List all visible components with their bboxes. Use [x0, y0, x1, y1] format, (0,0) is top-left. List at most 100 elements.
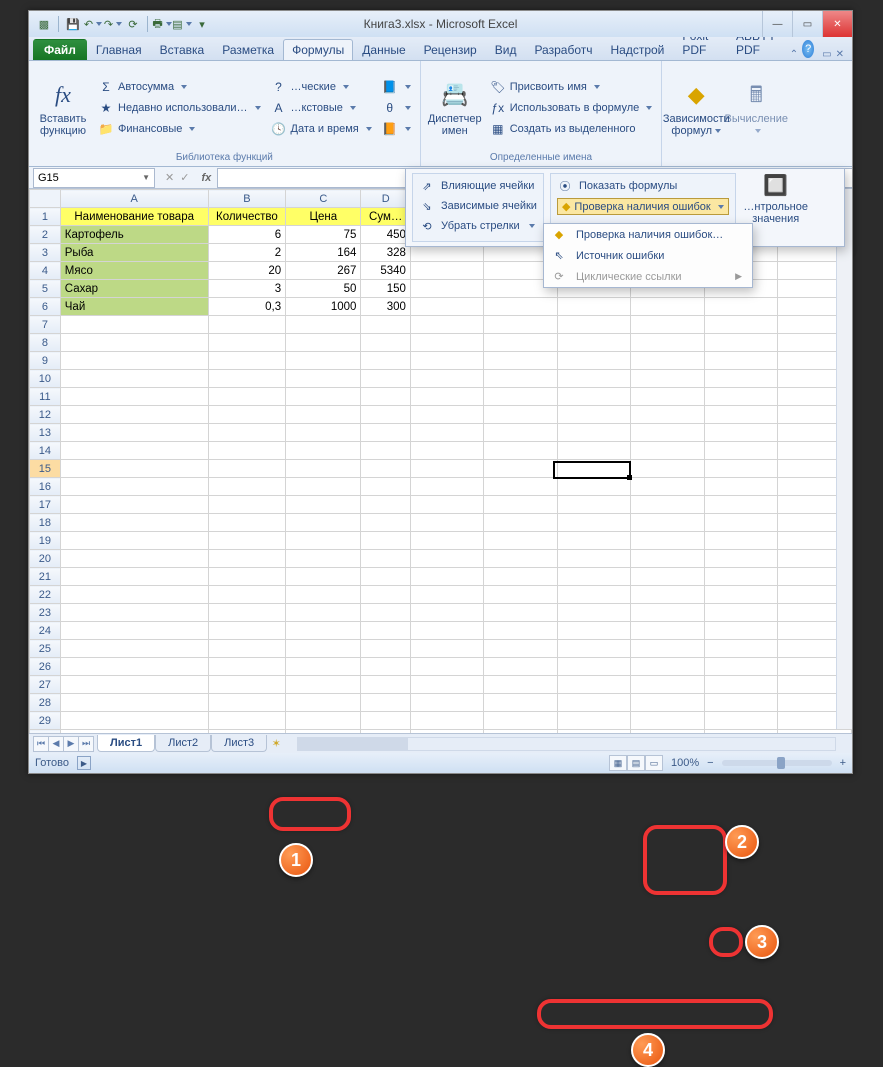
remove-arrows-button[interactable]: ⟲Убрать стрелки: [419, 218, 537, 234]
tab-рецензир[interactable]: Рецензир: [415, 39, 486, 60]
row-header-6[interactable]: 6: [30, 298, 61, 316]
zoom-slider[interactable]: [722, 760, 832, 766]
mdi-min[interactable]: ⌃: [790, 49, 798, 60]
error-checking-button[interactable]: ◆Проверка наличия ошибок: [557, 198, 729, 215]
cell-qty[interactable]: 6: [208, 226, 286, 244]
cell-price[interactable]: 164: [286, 244, 361, 262]
row-header-14[interactable]: 14: [30, 442, 61, 460]
row-header-20[interactable]: 20: [30, 550, 61, 568]
mdi-restore[interactable]: ▭: [822, 49, 831, 60]
use-in-formula-button[interactable]: ƒxИспользовать в формуле: [487, 99, 656, 117]
cell-name[interactable]: Рыба: [60, 244, 208, 262]
cell-price[interactable]: 50: [286, 280, 361, 298]
zoom-out-button[interactable]: −: [707, 757, 713, 769]
calculation-button[interactable]: 🖩 Вычисление: [728, 65, 784, 151]
col-header-A[interactable]: A: [60, 190, 208, 208]
cell-sum[interactable]: 150: [361, 280, 411, 298]
tab-file[interactable]: Файл: [33, 39, 87, 60]
mdi-close[interactable]: ✕: [836, 49, 844, 60]
create-from-selection-button[interactable]: ▦Создать из выделенного: [487, 120, 656, 138]
fx-label-icon[interactable]: fx: [195, 172, 217, 184]
row-header-23[interactable]: 23: [30, 604, 61, 622]
row-header-8[interactable]: 8: [30, 334, 61, 352]
qat-refresh-icon[interactable]: ⟳: [124, 15, 142, 33]
sheet-tab-3[interactable]: Лист3: [211, 735, 267, 752]
cell-qty[interactable]: 20: [208, 262, 286, 280]
lookup-button[interactable]: 📘: [379, 78, 414, 96]
minimize-button[interactable]: —: [762, 11, 792, 37]
cell-price[interactable]: 1000: [286, 298, 361, 316]
row-header-9[interactable]: 9: [30, 352, 61, 370]
row-header-28[interactable]: 28: [30, 694, 61, 712]
cell-name[interactable]: Сахар: [60, 280, 208, 298]
horizontal-scrollbar[interactable]: [297, 737, 836, 751]
qat-dropdown-icon[interactable]: ▾: [193, 15, 211, 33]
cell-price[interactable]: 75: [286, 226, 361, 244]
cell-sum[interactable]: 5340: [361, 262, 411, 280]
qat-save-icon[interactable]: 💾: [64, 15, 82, 33]
math-button[interactable]: θ: [379, 99, 414, 117]
zoom-level[interactable]: 100%: [671, 757, 699, 769]
maximize-button[interactable]: ▭: [792, 11, 822, 37]
trace-precedents-button[interactable]: ⇗Влияющие ячейки: [419, 178, 537, 194]
tab-вставка[interactable]: Вставка: [151, 39, 214, 60]
row-header-13[interactable]: 13: [30, 424, 61, 442]
tab-главная[interactable]: Главная: [87, 39, 151, 60]
cell-qty[interactable]: 0,3: [208, 298, 286, 316]
cell-qty[interactable]: 3: [208, 280, 286, 298]
autosum-button[interactable]: ΣАвтосумма: [95, 78, 264, 96]
cell-name[interactable]: Картофель: [60, 226, 208, 244]
sheet-tab-1[interactable]: Лист1: [97, 735, 155, 752]
table-header-cell[interactable]: Количество: [208, 208, 286, 226]
select-all-corner[interactable]: [30, 190, 61, 208]
namebox-dropdown-icon[interactable]: ▼: [142, 173, 150, 182]
show-formulas-button[interactable]: ⦿Показать формулы: [557, 178, 729, 194]
vertical-scrollbar[interactable]: [836, 189, 852, 729]
more-button[interactable]: 📙: [379, 120, 414, 138]
cell-price[interactable]: 267: [286, 262, 361, 280]
cell-name[interactable]: Мясо: [60, 262, 208, 280]
table-header-cell[interactable]: Наименование товара: [60, 208, 208, 226]
col-header-C[interactable]: C: [286, 190, 361, 208]
cell-name[interactable]: Чай: [60, 298, 208, 316]
logical-button[interactable]: ?…ческие: [268, 78, 375, 96]
cell-sum[interactable]: 450: [361, 226, 411, 244]
cell-sum[interactable]: 328: [361, 244, 411, 262]
row-header-2[interactable]: 2: [30, 226, 61, 244]
row-header-25[interactable]: 25: [30, 640, 61, 658]
row-header-1[interactable]: 1: [30, 208, 61, 226]
text-button[interactable]: A…кстовые: [268, 99, 375, 117]
row-header-5[interactable]: 5: [30, 280, 61, 298]
sheet-nav[interactable]: ⏮◀▶⏭: [33, 736, 93, 752]
datetime-button[interactable]: 🕓Дата и время: [268, 120, 375, 138]
qat-undo-icon[interactable]: ↶: [84, 15, 102, 33]
macro-icon[interactable]: ▶: [77, 756, 91, 770]
row-header-22[interactable]: 22: [30, 586, 61, 604]
col-header-D[interactable]: D: [361, 190, 411, 208]
view-buttons[interactable]: ▦▤▭: [609, 755, 663, 771]
row-header-27[interactable]: 27: [30, 676, 61, 694]
cell-sum[interactable]: 300: [361, 298, 411, 316]
qat-new-icon[interactable]: ▤: [173, 15, 191, 33]
row-header-26[interactable]: 26: [30, 658, 61, 676]
tab-разработч[interactable]: Разработч: [525, 39, 601, 60]
tab-надстрой[interactable]: Надстрой: [601, 39, 673, 60]
financial-button[interactable]: 📁Финансовые: [95, 120, 264, 138]
col-header-B[interactable]: B: [208, 190, 286, 208]
row-header-29[interactable]: 29: [30, 712, 61, 730]
row-header-7[interactable]: 7: [30, 316, 61, 334]
trace-dependents-button[interactable]: ⇘Зависимые ячейки: [419, 198, 537, 214]
new-sheet-icon[interactable]: ✶: [267, 737, 285, 750]
define-name-button[interactable]: 🏷Присвоить имя: [487, 78, 656, 96]
row-header-11[interactable]: 11: [30, 388, 61, 406]
qat-print-icon[interactable]: 🖶: [153, 15, 171, 33]
row-header-16[interactable]: 16: [30, 478, 61, 496]
row-header-21[interactable]: 21: [30, 568, 61, 586]
row-header-12[interactable]: 12: [30, 406, 61, 424]
row-header-18[interactable]: 18: [30, 514, 61, 532]
table-header-cell[interactable]: Сум…: [361, 208, 411, 226]
menu-error-check[interactable]: ◆Проверка наличия ошибок…: [544, 224, 752, 245]
close-button[interactable]: ✕: [822, 11, 852, 37]
sheet-tab-2[interactable]: Лист2: [155, 735, 211, 752]
row-header-19[interactable]: 19: [30, 532, 61, 550]
